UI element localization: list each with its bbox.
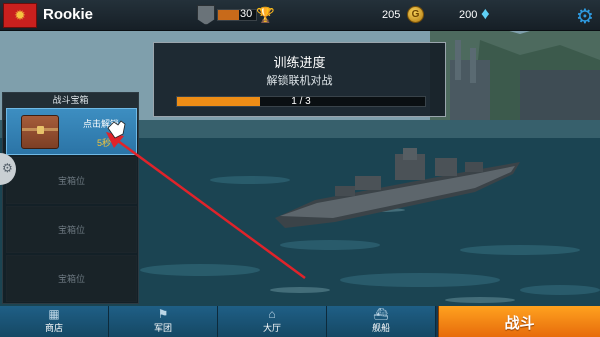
nav-legion[interactable]: ⚑ 军团	[109, 306, 218, 337]
nav-ships[interactable]: ⛴ 舰船	[327, 306, 436, 337]
nav-label: 舰船	[371, 323, 390, 333]
legion-icon: ⚑	[157, 307, 169, 321]
nav-lobby[interactable]: ⌂ 大厅	[218, 306, 327, 337]
battle-button-label: 战斗	[504, 315, 535, 332]
lobby-icon: ⌂	[268, 307, 276, 321]
nav-label: 军团	[153, 323, 172, 333]
ship-icon: ⛴	[373, 307, 389, 321]
annotation-arrow	[106, 120, 306, 280]
nav-store[interactable]: ▦ 商店	[0, 306, 109, 337]
battle-button[interactable]: 战斗	[438, 306, 600, 337]
game-scene: ✹ Rookie 30 🏆 205 G 200 ♦ ⚙ 训练进度 解锁联机对战 …	[0, 0, 600, 337]
nav-label: 大厅	[262, 323, 281, 333]
store-icon: ▦	[48, 307, 60, 321]
nav-label: 商店	[44, 323, 63, 333]
